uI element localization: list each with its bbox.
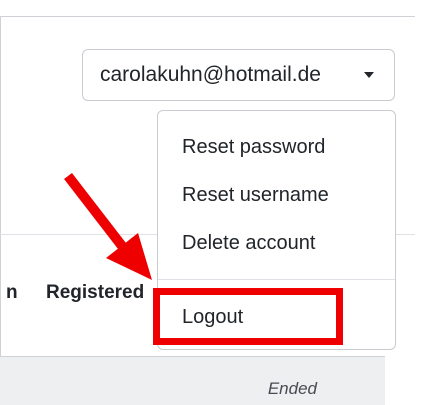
- menu-item-reset-username[interactable]: Reset username: [182, 184, 329, 207]
- menu-item-logout[interactable]: Logout: [182, 306, 243, 329]
- column-header-partial: n: [6, 282, 18, 303]
- page-top-border: [0, 16, 415, 17]
- column-header-registered: Registered: [46, 282, 145, 303]
- account-dropdown-toggle[interactable]: carolakuhn@hotmail.de: [82, 49, 395, 101]
- caret-down-icon: [364, 72, 374, 78]
- table-row: Ended: [0, 357, 385, 405]
- account-dropdown-menu: Reset password Reset username Delete acc…: [157, 110, 396, 350]
- menu-divider: [158, 279, 395, 280]
- page-left-border: [0, 16, 1, 405]
- status-cell: Ended: [267, 379, 317, 398]
- menu-item-reset-password[interactable]: Reset password: [182, 136, 325, 159]
- account-email: carolakuhn@hotmail.de: [100, 63, 321, 86]
- menu-item-delete-account[interactable]: Delete account: [182, 232, 315, 255]
